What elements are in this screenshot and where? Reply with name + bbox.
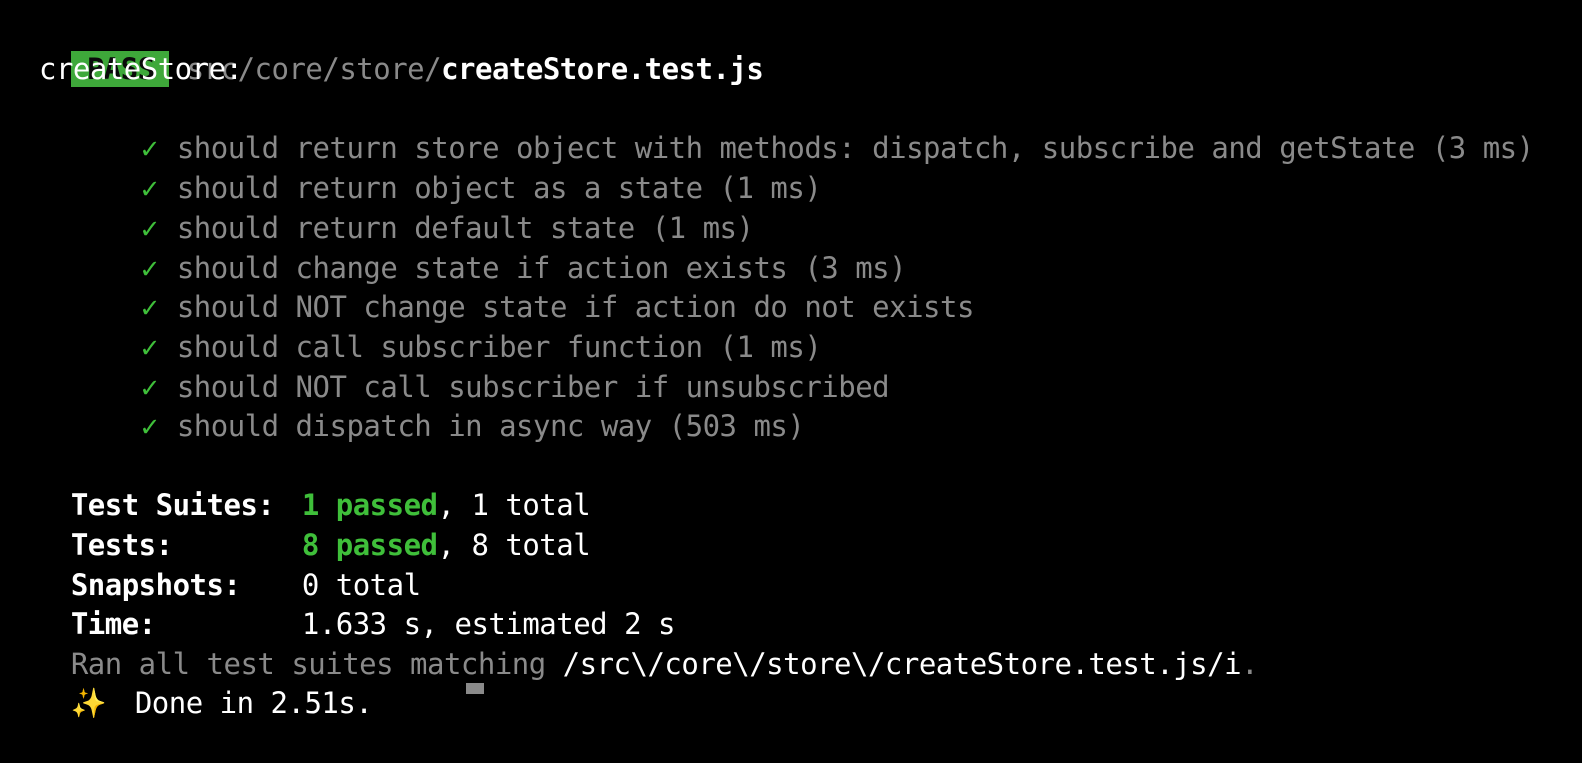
- done-text: Done in 2.51s.: [134, 686, 373, 720]
- test-result-row: ✓ should return default state (1 ms): [73, 168, 754, 245]
- test-result-row: ✓ should NOT call subscriber if unsubscri…: [73, 327, 890, 404]
- test-file-name: createStore.test.js: [441, 52, 764, 86]
- test-result-text: should dispatch in async way (503 ms): [176, 409, 805, 443]
- tests-total: , 8 total: [437, 528, 591, 562]
- test-result-row: ✓ should return object as a state (1 ms): [73, 128, 822, 205]
- ran-suffix: .: [1241, 647, 1259, 681]
- test-result-row: ✓ should return store object with methods…: [73, 88, 1534, 165]
- describe-block-title: createStore:: [39, 52, 243, 86]
- test-result-row: ✓ should call subscriber function (1 ms): [73, 287, 822, 364]
- test-result-row: ✓ should change state if action exists (3…: [73, 208, 907, 285]
- test-path-pattern: /src\/core\/store\/createStore.test.js/i: [562, 647, 1242, 681]
- test-result-row: ✓ should NOT change state if action do no…: [73, 247, 975, 324]
- summary-test-suites: Test Suites: 1 passed, 1 total: [3, 445, 591, 522]
- summary-tests: Tests: 8 passed, 8 total: [3, 485, 591, 562]
- terminal-window[interactable]: PASS src/core/store/createStore.test.js c…: [0, 0, 1582, 720]
- sparkles-icon: ✨: [70, 686, 107, 720]
- summary-snapshots: Snapshots: 0 total: [3, 525, 421, 602]
- terminal-cursor: [466, 683, 484, 694]
- check-icon: ✓: [140, 409, 158, 443]
- summary-time: Time: 1.633 s, estimated 2 s: [3, 564, 676, 641]
- done-line: ✨ Done in 2.51s.: [3, 643, 373, 720]
- ran-all-suites-line: Ran all test suites matching /src\/core\…: [3, 604, 1259, 681]
- test-file-header: PASS src/core/store/createStore.test.js: [3, 9, 764, 87]
- test-result-row: ✓ should dispatch in async way (503 ms): [73, 366, 805, 443]
